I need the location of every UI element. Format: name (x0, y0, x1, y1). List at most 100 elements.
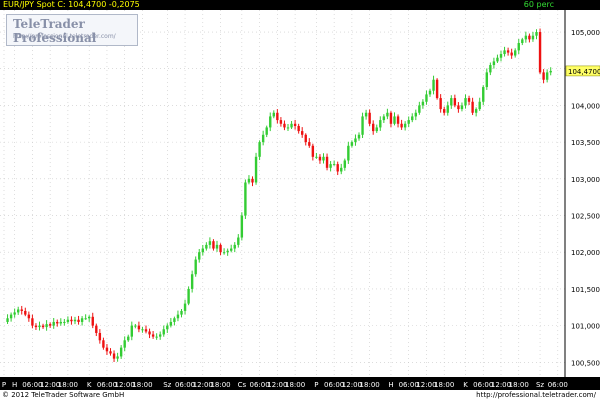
candle-body (450, 98, 453, 106)
y-tick-label: 100,5000 (571, 359, 600, 367)
candle-body (545, 72, 549, 80)
candle-body (311, 145, 315, 157)
candle-body (230, 248, 233, 251)
candle-body (340, 167, 343, 172)
candle-body (357, 134, 361, 139)
footer-url: http://professional.teletrader.com/ (476, 391, 596, 399)
candle-body (173, 318, 176, 322)
candle-body (13, 312, 16, 315)
candle-body (166, 325, 169, 330)
candle-body (261, 134, 265, 143)
last-price-marker: 104,4700 (565, 65, 600, 77)
candle-body (521, 39, 524, 44)
candle-body (180, 310, 183, 315)
candle-body (478, 101, 481, 110)
candle-body (372, 123, 375, 132)
candle-body (141, 329, 144, 331)
candle-body (240, 215, 244, 238)
candle-body (80, 318, 84, 322)
candle-body (208, 241, 212, 245)
candle-body (123, 340, 126, 348)
candle-body (308, 142, 311, 146)
candle-body (531, 35, 535, 40)
candle-body (528, 35, 531, 40)
x-tick-label: Cs (238, 381, 247, 389)
candle-body (350, 142, 354, 146)
candle-body (183, 303, 187, 311)
candle-body (155, 336, 158, 338)
candle-body (432, 79, 435, 91)
candle-body (59, 321, 62, 324)
candle-body (354, 138, 357, 143)
candle-body (457, 105, 460, 110)
candle-body (116, 356, 119, 359)
candle-body (38, 325, 41, 328)
candle-body (219, 244, 222, 253)
candle-body (17, 309, 20, 313)
candle-body (148, 331, 151, 335)
candle-body (482, 87, 485, 102)
price-chart: 105,0000104,5000104,0000103,5000103,0000… (0, 10, 600, 390)
y-tick-label: 101,0000 (571, 323, 600, 331)
x-tick-label: K (463, 381, 468, 389)
candle-body (301, 131, 304, 135)
candle-body (322, 156, 325, 161)
candle-body (63, 321, 66, 323)
timeframe-label: 60 perc (523, 0, 554, 9)
candle-body (73, 319, 77, 322)
candle-body (77, 319, 80, 322)
x-tick-label: 18:00 (210, 381, 230, 389)
candle-body (205, 244, 208, 249)
candle-body (254, 156, 258, 183)
candle-body (304, 134, 307, 143)
y-tick-label: 105,0000 (571, 29, 600, 37)
candle-body (435, 79, 439, 99)
candle-body (361, 116, 364, 135)
logo-title: TeleTrader Professional (13, 17, 97, 45)
candle-body (265, 127, 268, 135)
candle-body (112, 353, 116, 359)
candle-body (198, 252, 201, 260)
candle-body (446, 105, 449, 113)
candle-body (151, 334, 155, 337)
candle-body (95, 325, 98, 333)
candle-body (329, 164, 332, 168)
candle-body (222, 252, 226, 254)
candle-body (194, 259, 197, 275)
candle-body (425, 94, 428, 102)
candle-body (162, 329, 165, 335)
candle-body (24, 310, 27, 315)
y-tick-label: 103,5000 (571, 139, 600, 147)
candle-body (105, 347, 109, 352)
candle-body (315, 156, 318, 158)
candle-body (453, 98, 457, 106)
copyright-text: © 2012 TeleTrader Software GmbH (2, 391, 125, 399)
candle-body (272, 112, 275, 117)
candle-body (393, 116, 396, 124)
candle-body (524, 35, 528, 40)
candle-body (443, 109, 446, 113)
candle-body (91, 316, 94, 326)
y-tick-label: 102,5000 (571, 213, 600, 221)
teletrader-logo: TeleTrader Professional http://professio… (6, 14, 138, 46)
candle-body (134, 325, 137, 327)
x-tick-label: P (2, 381, 6, 389)
candle-body (137, 325, 141, 330)
x-tick-label: K (87, 381, 92, 389)
candle-body (389, 112, 393, 124)
candle-body (190, 274, 194, 289)
candle-body (439, 98, 442, 110)
candle-body (247, 178, 251, 183)
candle-body (364, 112, 368, 117)
candle-body (187, 288, 190, 304)
candle-body (6, 318, 9, 322)
x-tick-label: 18:00 (58, 381, 78, 389)
candle-body (9, 314, 13, 319)
y-tick-label: 102,0000 (571, 249, 600, 257)
x-tick-label: H (388, 381, 393, 389)
x-tick-label: Sz (163, 381, 171, 389)
candle-body (297, 125, 300, 132)
candle-body (290, 123, 293, 128)
candle-body (499, 54, 503, 58)
candle-body (56, 321, 59, 324)
